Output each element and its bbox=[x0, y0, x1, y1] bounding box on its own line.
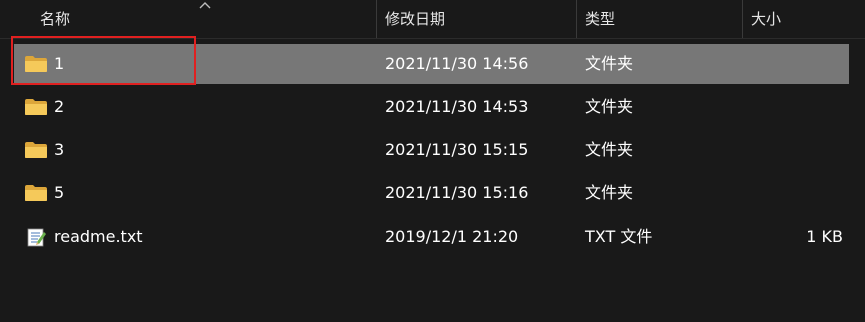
file-date: 2021/11/30 14:53 bbox=[385, 97, 529, 116]
file-type: 文件夹 bbox=[585, 97, 634, 116]
file-row-3[interactable]: 3 2021/11/30 15:15 文件夹 bbox=[14, 130, 849, 170]
file-row-1[interactable]: 1 2021/11/30 14:56 文件夹 bbox=[14, 44, 849, 84]
column-header-name[interactable]: 名称 bbox=[40, 0, 70, 38]
file-name: 5 bbox=[54, 183, 65, 202]
file-date: 2021/11/30 15:16 bbox=[385, 183, 529, 202]
column-divider[interactable] bbox=[742, 0, 743, 38]
folder-icon bbox=[25, 142, 47, 158]
file-type: 文件夹 bbox=[585, 183, 634, 202]
folder-icon bbox=[25, 56, 47, 72]
column-header-size[interactable]: 大小 bbox=[751, 0, 781, 38]
file-date: 2021/11/30 14:56 bbox=[385, 54, 529, 73]
file-date: 2021/11/30 15:15 bbox=[385, 140, 529, 159]
folder-icon bbox=[25, 99, 47, 115]
file-type: TXT 文件 bbox=[585, 227, 653, 246]
column-header-type[interactable]: 类型 bbox=[585, 0, 615, 38]
file-row-5[interactable]: 5 2021/11/30 15:16 文件夹 bbox=[14, 173, 849, 213]
file-date: 2019/12/1 21:20 bbox=[385, 227, 519, 246]
file-name: readme.txt bbox=[54, 227, 143, 246]
file-row-2[interactable]: 2 2021/11/30 14:53 文件夹 bbox=[14, 87, 849, 127]
column-divider[interactable] bbox=[376, 0, 377, 38]
file-name: 1 bbox=[54, 54, 65, 73]
file-name: 2 bbox=[54, 97, 65, 116]
sort-ascending-icon bbox=[199, 2, 211, 9]
file-type: 文件夹 bbox=[585, 140, 634, 159]
file-size: 1 KB bbox=[806, 227, 843, 246]
column-divider[interactable] bbox=[576, 0, 577, 38]
file-type: 文件夹 bbox=[585, 54, 634, 73]
column-header-date[interactable]: 修改日期 bbox=[385, 0, 445, 38]
text-file-icon bbox=[27, 228, 46, 247]
column-header-bar: 名称 修改日期 类型 大小 bbox=[0, 0, 865, 39]
folder-icon bbox=[25, 185, 47, 201]
file-row-readme[interactable]: readme.txt 2019/12/1 21:20 TXT 文件 1 KB bbox=[14, 217, 849, 257]
file-name: 3 bbox=[54, 140, 65, 159]
